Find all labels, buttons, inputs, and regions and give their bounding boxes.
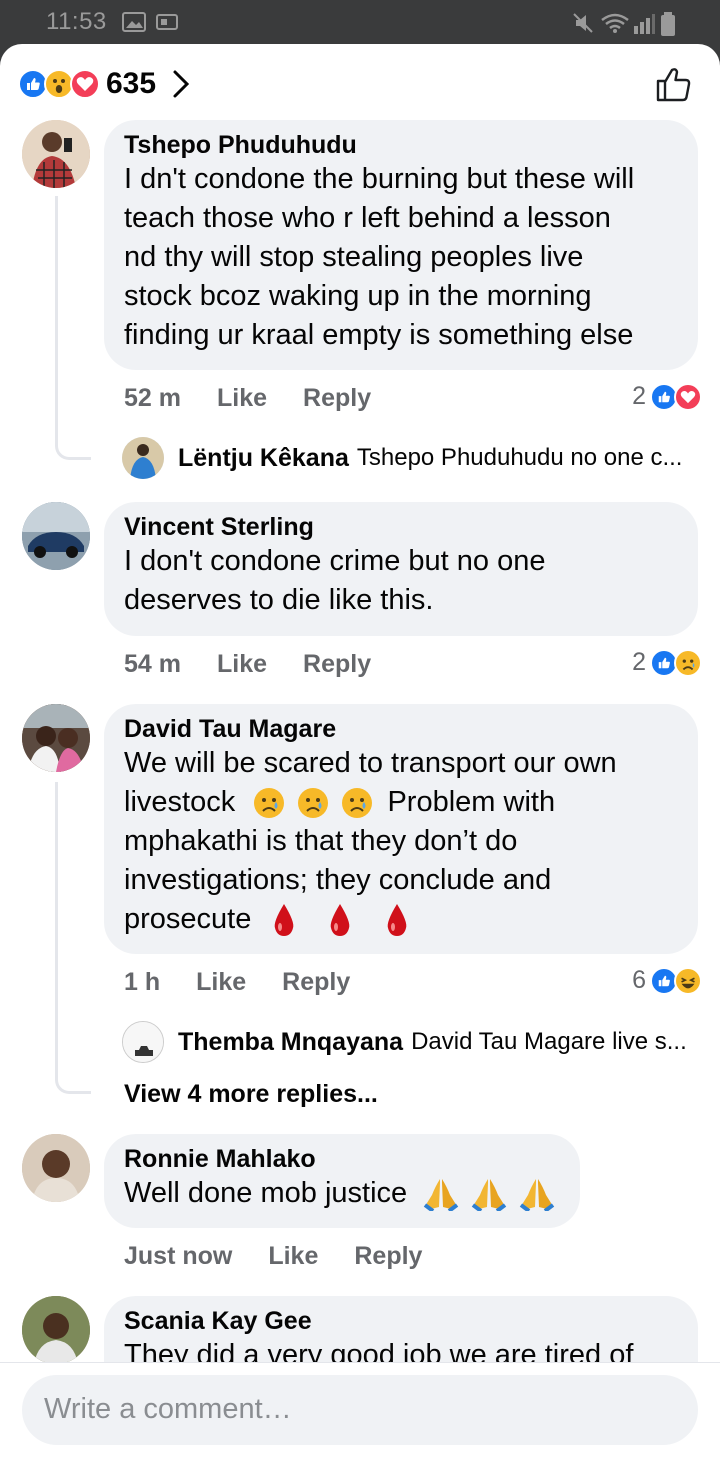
comment-author[interactable]: Ronnie Mahlako xyxy=(124,1144,560,1174)
comment-actions: 1 h Like Reply xyxy=(124,968,386,997)
comment-author[interactable]: Scania Kay Gee xyxy=(124,1306,678,1336)
comment-reactions[interactable]: 2 xyxy=(632,648,702,677)
like-icon[interactable] xyxy=(654,64,694,104)
comment-bubble[interactable]: Ronnie Mahlako Well done mob justice xyxy=(104,1134,580,1228)
folded-hands-emoji-icon xyxy=(472,1179,507,1212)
comment-text-fragment: prosecute xyxy=(124,903,252,935)
comment-bubble[interactable]: David Tau Magare We will be scared to tr… xyxy=(104,704,698,954)
sad-tear-emoji-icon xyxy=(298,788,329,819)
comment-text-fragment: Problem with xyxy=(387,786,556,818)
gallery-icon xyxy=(122,12,146,32)
status-bar: 11:53 xyxy=(0,0,720,44)
comments-sheet: 635 Tshepo Phuduhudu I dn't condone the … xyxy=(0,44,720,1480)
avatar[interactable] xyxy=(22,120,90,188)
comment-text-line: We will be scared to transport our own xyxy=(124,747,617,779)
avatar[interactable] xyxy=(22,502,90,570)
comment-time[interactable]: 1 h xyxy=(124,968,160,997)
comment-bubble[interactable]: Vincent Sterling I don't condone crime b… xyxy=(104,502,698,636)
comment-text-line: stock bcoz waking up in the morning xyxy=(124,280,592,312)
comment-time[interactable]: Just now xyxy=(124,1242,232,1271)
reply-preview[interactable]: Lëntju Kêkana Tshepo Phuduhudu no one c.… xyxy=(122,436,702,480)
reactions-summary[interactable]: 635 xyxy=(18,67,190,100)
comment-text-line: teach those who r left behind a lesson xyxy=(124,202,611,234)
comment-text-line: investigations; they conclude and xyxy=(124,864,552,896)
comment-text-line: I don't condone crime but no one xyxy=(124,545,546,577)
comment-text-line: deserves to die like this. xyxy=(124,584,434,616)
comment-author[interactable]: David Tau Magare xyxy=(124,714,678,744)
comment-text-line: livestock Problem with xyxy=(124,783,678,822)
wifi-icon xyxy=(601,13,629,33)
reply-snippet: David Tau Magare live s... xyxy=(411,1028,687,1055)
reply-author[interactable]: Lëntju Kêkana xyxy=(178,444,349,473)
reply-button[interactable]: Reply xyxy=(303,650,371,679)
reply-button[interactable]: Reply xyxy=(354,1242,422,1271)
reaction-count: 635 xyxy=(106,67,157,100)
comment-text-line: nd thy will stop stealing peoples live xyxy=(124,241,584,273)
comment-reaction-count: 6 xyxy=(632,966,646,994)
blood-drop-emoji-icon xyxy=(387,904,406,937)
comment-text-fragment: Well done mob justice xyxy=(124,1177,408,1209)
blood-drop-emoji-icon xyxy=(275,904,294,937)
comment-actions: Just now Like Reply xyxy=(124,1242,458,1271)
status-time: 11:53 xyxy=(46,8,107,35)
reply-author[interactable]: Themba Mnqayana xyxy=(178,1028,403,1057)
love-reaction-icon xyxy=(674,382,702,411)
comment-text-line: I dn't condone the burning but these wil… xyxy=(124,163,635,195)
thread-line xyxy=(55,196,91,460)
like-button[interactable]: Like xyxy=(217,650,267,679)
reactions-header: 635 xyxy=(0,44,720,128)
avatar[interactable] xyxy=(22,1296,90,1364)
comment-reactions[interactable]: 2 xyxy=(632,382,702,411)
comment-text-line: prosecute xyxy=(124,900,678,939)
sad-tear-emoji-icon xyxy=(254,788,285,819)
comment-actions: 54 m Like Reply xyxy=(124,650,407,679)
comment-time[interactable]: 52 m xyxy=(124,384,181,413)
folded-hands-emoji-icon xyxy=(520,1179,555,1212)
comment-reaction-count: 2 xyxy=(632,382,646,410)
mute-icon xyxy=(573,13,593,33)
comment-input[interactable]: Write a comment… xyxy=(22,1375,698,1445)
reply-snippet: Tshepo Phuduhudu no one c... xyxy=(356,444,683,471)
thread-line xyxy=(55,782,91,1094)
avatar[interactable] xyxy=(122,437,164,479)
battery-icon xyxy=(661,12,675,36)
blood-drop-emoji-icon xyxy=(331,904,350,937)
comment-composer: Write a comment… xyxy=(0,1362,720,1480)
love-reaction-icon xyxy=(70,69,100,99)
like-button[interactable]: Like xyxy=(268,1242,318,1271)
reply-preview[interactable]: Themba Mnqayana David Tau Magare live s.… xyxy=(122,1020,702,1064)
comment-actions: 52 m Like Reply xyxy=(124,384,407,413)
folded-hands-emoji-icon xyxy=(424,1179,459,1212)
avatar[interactable] xyxy=(22,1134,90,1202)
comment-bubble[interactable]: Tshepo Phuduhudu I dn't condone the burn… xyxy=(104,120,698,370)
reply-button[interactable]: Reply xyxy=(282,968,350,997)
sad-reaction-icon xyxy=(674,648,702,677)
comment-author[interactable]: Tshepo Phuduhudu xyxy=(124,130,678,160)
avatar[interactable] xyxy=(122,1021,164,1063)
comment-time[interactable]: 54 m xyxy=(124,650,181,679)
like-button[interactable]: Like xyxy=(217,384,267,413)
comment-reactions[interactable]: 6 xyxy=(632,966,702,995)
comment-text-line: mphakathi is that they don’t do xyxy=(124,825,518,857)
signal-icon xyxy=(634,14,655,34)
reply-button[interactable]: Reply xyxy=(303,384,371,413)
chevron-right-icon xyxy=(173,70,190,98)
comment-text-fragment: livestock xyxy=(124,786,236,818)
comment-reaction-count: 2 xyxy=(632,648,646,676)
like-button[interactable]: Like xyxy=(196,968,246,997)
haha-reaction-icon xyxy=(674,966,702,995)
avatar[interactable] xyxy=(22,704,90,772)
view-more-replies-link[interactable]: View 4 more replies... xyxy=(124,1080,378,1109)
comment-text-line: Well done mob justice xyxy=(124,1174,560,1213)
card-icon xyxy=(156,14,178,30)
comment-text-line: finding ur kraal empty is something else xyxy=(124,319,634,351)
comment-author[interactable]: Vincent Sterling xyxy=(124,512,678,542)
sad-tear-emoji-icon xyxy=(342,788,373,819)
